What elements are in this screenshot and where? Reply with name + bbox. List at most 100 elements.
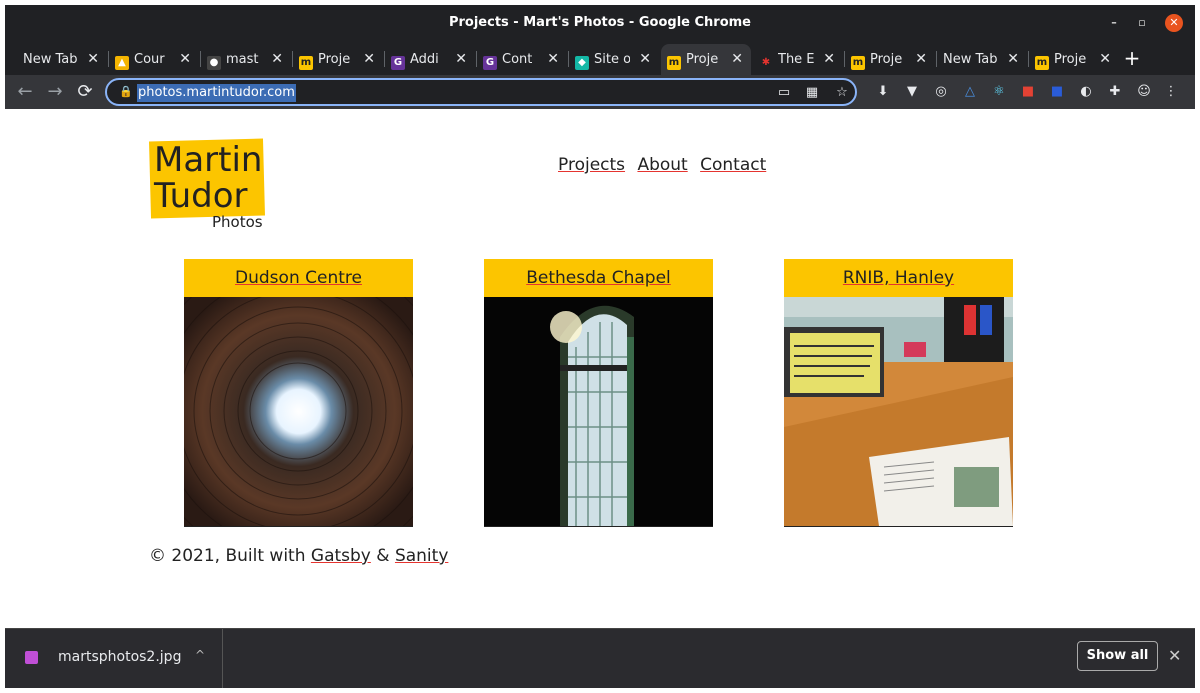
close-download-bar-icon[interactable]: ✕ xyxy=(1168,646,1181,665)
nav-projects[interactable]: Projects xyxy=(558,155,625,175)
tab-label: Proje xyxy=(870,52,903,67)
tab-4[interactable]: G Addi ✕ xyxy=(385,44,475,75)
address-bar[interactable]: 🔒 photos.martintudor.com ▭ ▦ ☆ xyxy=(105,78,857,106)
tab-favicon-icon: ▲ xyxy=(115,56,129,70)
browser-window: Projects - Mart's Photos - Google Chrome… xyxy=(5,5,1195,688)
site-logo[interactable]: Martin Tudor Photos xyxy=(148,138,266,231)
tab-favicon-icon: ◆ xyxy=(575,56,589,70)
tab-label: Proje xyxy=(318,52,351,67)
image-file-icon xyxy=(25,651,38,664)
nav-about[interactable]: About xyxy=(637,155,687,175)
download-ext-icon[interactable]: ⬇ xyxy=(875,84,891,100)
url-text[interactable]: photos.martintudor.com xyxy=(137,84,296,102)
project-card-bethesda[interactable]: Bethesda Chapel xyxy=(484,259,713,527)
footer-amp: & xyxy=(370,546,395,566)
tab-label: mast xyxy=(226,52,259,67)
card-title-link[interactable]: RNIB, Hanley xyxy=(843,268,954,288)
tab-label: Site o xyxy=(594,52,630,67)
tab-close-icon[interactable]: ✕ xyxy=(1007,44,1019,75)
download-filename[interactable]: martsphotos2.jpg xyxy=(58,649,181,665)
gatsby-link[interactable]: Gatsby xyxy=(311,546,371,566)
triangle-icon[interactable]: △ xyxy=(962,84,978,100)
tab-9[interactable]: m Proje ✕ xyxy=(845,44,935,75)
web-page: Martin Tudor Photos Projects About Conta… xyxy=(5,109,1195,633)
window-title: Projects - Mart's Photos - Google Chrome xyxy=(448,15,751,30)
tab-label: Addi xyxy=(410,52,439,67)
logo-subtitle: Photos xyxy=(212,213,263,231)
tab-favicon-icon: m xyxy=(851,56,865,70)
tab-10[interactable]: New Tab ✕ xyxy=(937,44,1027,75)
extension-blue-icon[interactable]: ■ xyxy=(1049,84,1065,100)
bookmark-star-icon[interactable]: ☆ xyxy=(833,84,851,102)
tab-label: New Tab xyxy=(943,52,998,67)
apps-icon[interactable]: ▦ xyxy=(803,84,821,102)
tab-close-icon[interactable]: ✕ xyxy=(639,44,651,75)
show-all-button[interactable]: Show all xyxy=(1077,641,1158,671)
puzzle-icon[interactable]: ✚ xyxy=(1107,84,1123,100)
card-title-link[interactable]: Dudson Centre xyxy=(235,268,362,288)
tab-close-icon[interactable]: ✕ xyxy=(271,44,283,75)
dark-reader-icon[interactable]: ◐ xyxy=(1078,84,1094,100)
sanity-link[interactable]: Sanity xyxy=(395,546,448,566)
card-title-bar: Bethesda Chapel xyxy=(484,259,713,297)
tab-close-icon[interactable]: ✕ xyxy=(455,44,467,75)
tab-label: Cont xyxy=(502,52,533,67)
maximize-icon[interactable]: ▫ xyxy=(1133,14,1151,32)
lock-icon[interactable]: 🔒 xyxy=(119,85,133,99)
tab-favicon-icon: m xyxy=(667,56,681,70)
reload-icon[interactable]: ⟳ xyxy=(73,80,97,104)
react-icon[interactable]: ⚛ xyxy=(991,84,1007,100)
project-photo-dudson[interactable] xyxy=(184,297,413,526)
tab-close-icon[interactable]: ✕ xyxy=(915,44,927,75)
tab-close-icon[interactable]: ✕ xyxy=(547,44,559,75)
download-bar: martsphotos2.jpg ^ Show all ✕ xyxy=(5,628,1195,688)
tab-11[interactable]: m Proje ✕ xyxy=(1029,44,1119,75)
extension-red-icon[interactable]: ■ xyxy=(1020,84,1036,100)
tab-5[interactable]: G Cont ✕ xyxy=(477,44,567,75)
project-card-rnib[interactable]: RNIB, Hanley xyxy=(784,259,1013,527)
vimium-icon[interactable]: ▼ xyxy=(904,84,920,100)
forward-icon[interactable]: → xyxy=(43,80,67,104)
tab-3[interactable]: m Proje ✕ xyxy=(293,44,383,75)
menu-icon[interactable]: ⋮ xyxy=(1163,84,1179,100)
cast-icon[interactable]: ▭ xyxy=(775,84,793,102)
tab-favicon-icon: m xyxy=(1035,56,1049,70)
footer-text: © 2021, Built with xyxy=(149,546,311,566)
tab-close-icon[interactable]: ✕ xyxy=(87,44,99,75)
project-photo-rnib[interactable] xyxy=(784,297,1013,526)
browser-toolbar: ← → ⟳ 🔒 photos.martintudor.com ▭ ▦ ☆ ⬇ ▼ ◎… xyxy=(5,75,1195,109)
tab-close-icon[interactable]: ✕ xyxy=(823,44,835,75)
tab-7[interactable]: m Proje ✕ xyxy=(661,44,751,75)
tab-8[interactable]: ✱ The E ✕ xyxy=(753,44,843,75)
target-icon[interactable]: ◎ xyxy=(933,84,949,100)
card-title-bar: Dudson Centre xyxy=(184,259,413,297)
card-title-bar: RNIB, Hanley xyxy=(784,259,1013,297)
page-footer: © 2021, Built with Gatsby & Sanity xyxy=(149,546,448,566)
tab-2[interactable]: ● mast ✕ xyxy=(201,44,291,75)
tab-close-icon[interactable]: ✕ xyxy=(179,44,191,75)
card-title-link[interactable]: Bethesda Chapel xyxy=(526,268,671,288)
tab-label: Proje xyxy=(1054,52,1087,67)
minimize-icon[interactable]: – xyxy=(1105,14,1123,32)
main-nav: Projects About Contact xyxy=(558,155,773,175)
nav-contact[interactable]: Contact xyxy=(700,155,766,175)
download-item[interactable]: martsphotos2.jpg ^ xyxy=(5,629,223,688)
tab-close-icon[interactable]: ✕ xyxy=(1099,44,1111,75)
tab-close-icon[interactable]: ✕ xyxy=(731,44,743,75)
project-photo-bethesda[interactable] xyxy=(484,297,713,526)
tab-favicon-icon: ● xyxy=(207,56,221,70)
new-tab-button[interactable]: + xyxy=(1122,41,1142,75)
chevron-up-icon[interactable]: ^ xyxy=(195,648,205,662)
tab-close-icon[interactable]: ✕ xyxy=(363,44,375,75)
tab-1[interactable]: ▲ Cour ✕ xyxy=(109,44,199,75)
tab-0[interactable]: New Tab ✕ xyxy=(17,44,107,75)
tab-label: Proje xyxy=(686,52,719,67)
profile-avatar-icon[interactable]: ☺ xyxy=(1136,84,1152,100)
back-icon[interactable]: ← xyxy=(13,80,37,104)
tab-favicon-icon: G xyxy=(483,56,497,70)
title-bar: Projects - Mart's Photos - Google Chrome… xyxy=(5,5,1195,41)
project-card-dudson[interactable]: Dudson Centre xyxy=(184,259,413,527)
close-window-icon[interactable]: ✕ xyxy=(1165,14,1183,32)
tab-6[interactable]: ◆ Site o ✕ xyxy=(569,44,659,75)
tab-favicon-icon: m xyxy=(299,56,313,70)
